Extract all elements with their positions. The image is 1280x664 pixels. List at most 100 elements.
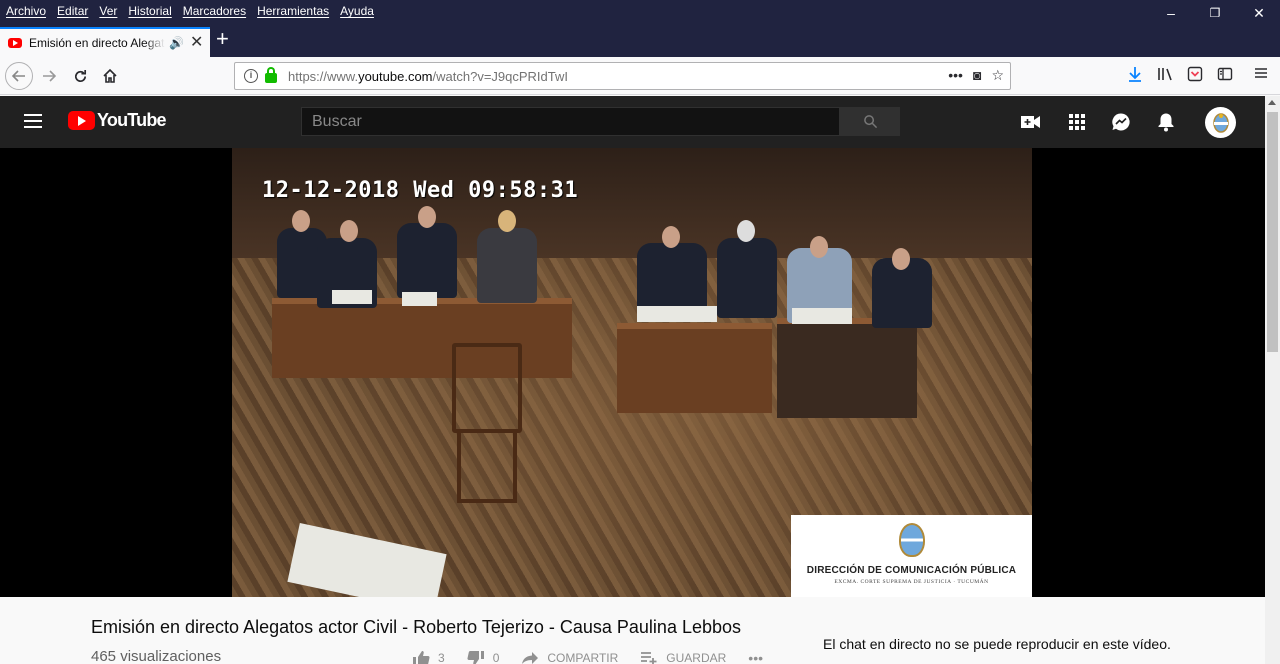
search-icon xyxy=(863,115,877,129)
youtube-wordmark: YouTube xyxy=(97,110,167,130)
youtube-favicon-icon xyxy=(8,38,22,48)
scroll-up-arrow-icon[interactable] xyxy=(1268,100,1276,105)
head xyxy=(498,210,516,232)
menu-ver[interactable]: Ver xyxy=(99,4,117,18)
person xyxy=(477,228,537,303)
youtube-logo[interactable]: YouTube xyxy=(68,110,167,131)
apps-icon[interactable] xyxy=(1067,112,1087,132)
youtube-play-icon xyxy=(68,111,95,130)
tab-title: Emisión en directo Alegatos xyxy=(29,36,165,50)
menu-historial[interactable]: Historial xyxy=(128,4,171,18)
menu-herramientas[interactable]: Herramientas xyxy=(257,4,329,18)
like-count: 3 xyxy=(438,651,445,664)
url-bar[interactable]: i https://www.youtube.com/watch?v=J9qcPR… xyxy=(234,62,1011,90)
head xyxy=(662,226,680,248)
watermark-title: DIRECCIÓN DE COMUNICACIÓN PÚBLICA xyxy=(806,565,1017,576)
playlist-add-icon xyxy=(641,652,657,664)
account-avatar[interactable] xyxy=(1205,107,1236,138)
share-arrow-icon xyxy=(522,652,539,664)
thumbs-up-icon xyxy=(413,651,430,664)
bookmark-star-icon[interactable]: ☆ xyxy=(991,67,1004,84)
seal-avatar-icon xyxy=(1212,112,1229,133)
home-button[interactable] xyxy=(97,63,123,89)
menu-editar[interactable]: Editar xyxy=(57,4,88,18)
menu-archivo[interactable]: Archivo xyxy=(6,4,46,18)
url-path: /watch?v=J9qcPRIdTwI xyxy=(432,68,568,84)
head xyxy=(737,220,755,242)
video-title: Emisión en directo Alegatos actor Civil … xyxy=(91,617,742,637)
download-icon[interactable] xyxy=(1127,66,1143,86)
seal-icon xyxy=(898,523,925,557)
url-prefix: https://www. xyxy=(288,68,359,84)
close-tab-icon[interactable]: ✕ xyxy=(190,35,203,51)
chair-legs xyxy=(457,433,517,503)
url-domain: youtube.com xyxy=(358,68,433,84)
youtube-header: YouTube Buscar xyxy=(0,96,1265,148)
head xyxy=(418,206,436,228)
view-count: 465 visualizaciones xyxy=(91,648,222,664)
paper xyxy=(792,308,852,324)
desk-left xyxy=(272,298,572,378)
tab-youtube[interactable]: Emisión en directo Alegatos 🔊 ✕ xyxy=(0,27,210,57)
dislike-button[interactable]: 0 xyxy=(467,650,500,664)
search-button[interactable] xyxy=(840,107,900,136)
hamburger-menu-icon[interactable] xyxy=(1254,66,1268,84)
sidebar-icon[interactable] xyxy=(1217,66,1233,86)
url-actions: ••• ◙ ☆ xyxy=(948,67,1004,84)
speaker-icon[interactable]: 🔊 xyxy=(169,36,184,50)
person xyxy=(397,223,457,298)
video-player[interactable]: 12-12-2018 Wed 09:58:31 DIRECCIÓN DE COM… xyxy=(0,148,1265,597)
more-actions-button[interactable]: ••• xyxy=(748,650,763,664)
head xyxy=(892,248,910,270)
create-video-icon[interactable] xyxy=(1021,112,1041,132)
back-button[interactable] xyxy=(5,62,33,90)
home-icon xyxy=(103,68,117,83)
dislike-count: 0 xyxy=(492,651,500,664)
arrow-right-icon xyxy=(43,70,56,82)
head xyxy=(810,236,828,258)
paper xyxy=(287,523,447,597)
library-icon[interactable] xyxy=(1157,66,1175,86)
thumbs-down-icon xyxy=(467,650,484,664)
guide-menu-icon[interactable] xyxy=(24,114,42,128)
pocket-icon[interactable]: ◙ xyxy=(973,67,981,84)
save-label: GUARDAR xyxy=(666,651,727,664)
pocket-toolbar-icon[interactable] xyxy=(1187,66,1203,86)
channel-watermark: DIRECCIÓN DE COMUNICACIÓN PÚBLICA EXCMA.… xyxy=(791,515,1032,597)
paper xyxy=(402,292,437,306)
more-dots-icon: ••• xyxy=(748,650,764,664)
menu-marcadores[interactable]: Marcadores xyxy=(183,4,246,18)
video-actions: 3 0 COMPARTIR GUARDAR ••• xyxy=(412,650,785,664)
reload-button[interactable] xyxy=(67,63,93,89)
new-tab-button[interactable]: + xyxy=(216,28,229,50)
navigation-bar: i https://www.youtube.com/watch?v=J9qcPR… xyxy=(0,57,1280,95)
url-text[interactable]: https://www.youtube.com/watch?v=J9qcPRId… xyxy=(288,69,568,84)
messages-icon[interactable] xyxy=(1111,112,1131,132)
forward-button[interactable] xyxy=(36,63,62,89)
desk-right xyxy=(777,318,917,418)
person xyxy=(717,238,777,318)
paper xyxy=(332,290,372,304)
arrow-left-icon xyxy=(12,70,25,82)
desk-center xyxy=(617,323,772,413)
lock-icon[interactable] xyxy=(265,67,277,83)
save-button[interactable]: GUARDAR xyxy=(640,651,726,664)
menu-ayuda[interactable]: Ayuda xyxy=(340,4,374,18)
video-timestamp: 12-12-2018 Wed 09:58:31 xyxy=(262,178,579,203)
head xyxy=(340,220,358,242)
menu-bar: Archivo Editar Ver Historial Marcadores … xyxy=(0,0,1280,22)
notifications-icon[interactable] xyxy=(1156,112,1176,132)
info-icon[interactable]: i xyxy=(244,69,258,83)
tab-strip: Emisión en directo Alegatos 🔊 ✕ xyxy=(0,22,1280,57)
scrollbar-thumb[interactable] xyxy=(1267,112,1278,352)
watermark-subtitle: EXCMA. CORTE SUPREMA DE JUSTICIA · TUCUM… xyxy=(834,579,989,585)
search-input[interactable]: Buscar xyxy=(301,107,840,136)
share-button[interactable]: COMPARTIR xyxy=(521,651,618,664)
like-button[interactable]: 3 xyxy=(412,650,445,664)
page-actions-icon[interactable]: ••• xyxy=(948,67,963,84)
page-scrollbar[interactable] xyxy=(1265,96,1280,664)
reload-icon xyxy=(74,69,86,82)
head xyxy=(292,210,310,232)
video-frame[interactable]: 12-12-2018 Wed 09:58:31 DIRECCIÓN DE COM… xyxy=(232,148,1032,597)
paper xyxy=(637,306,717,322)
